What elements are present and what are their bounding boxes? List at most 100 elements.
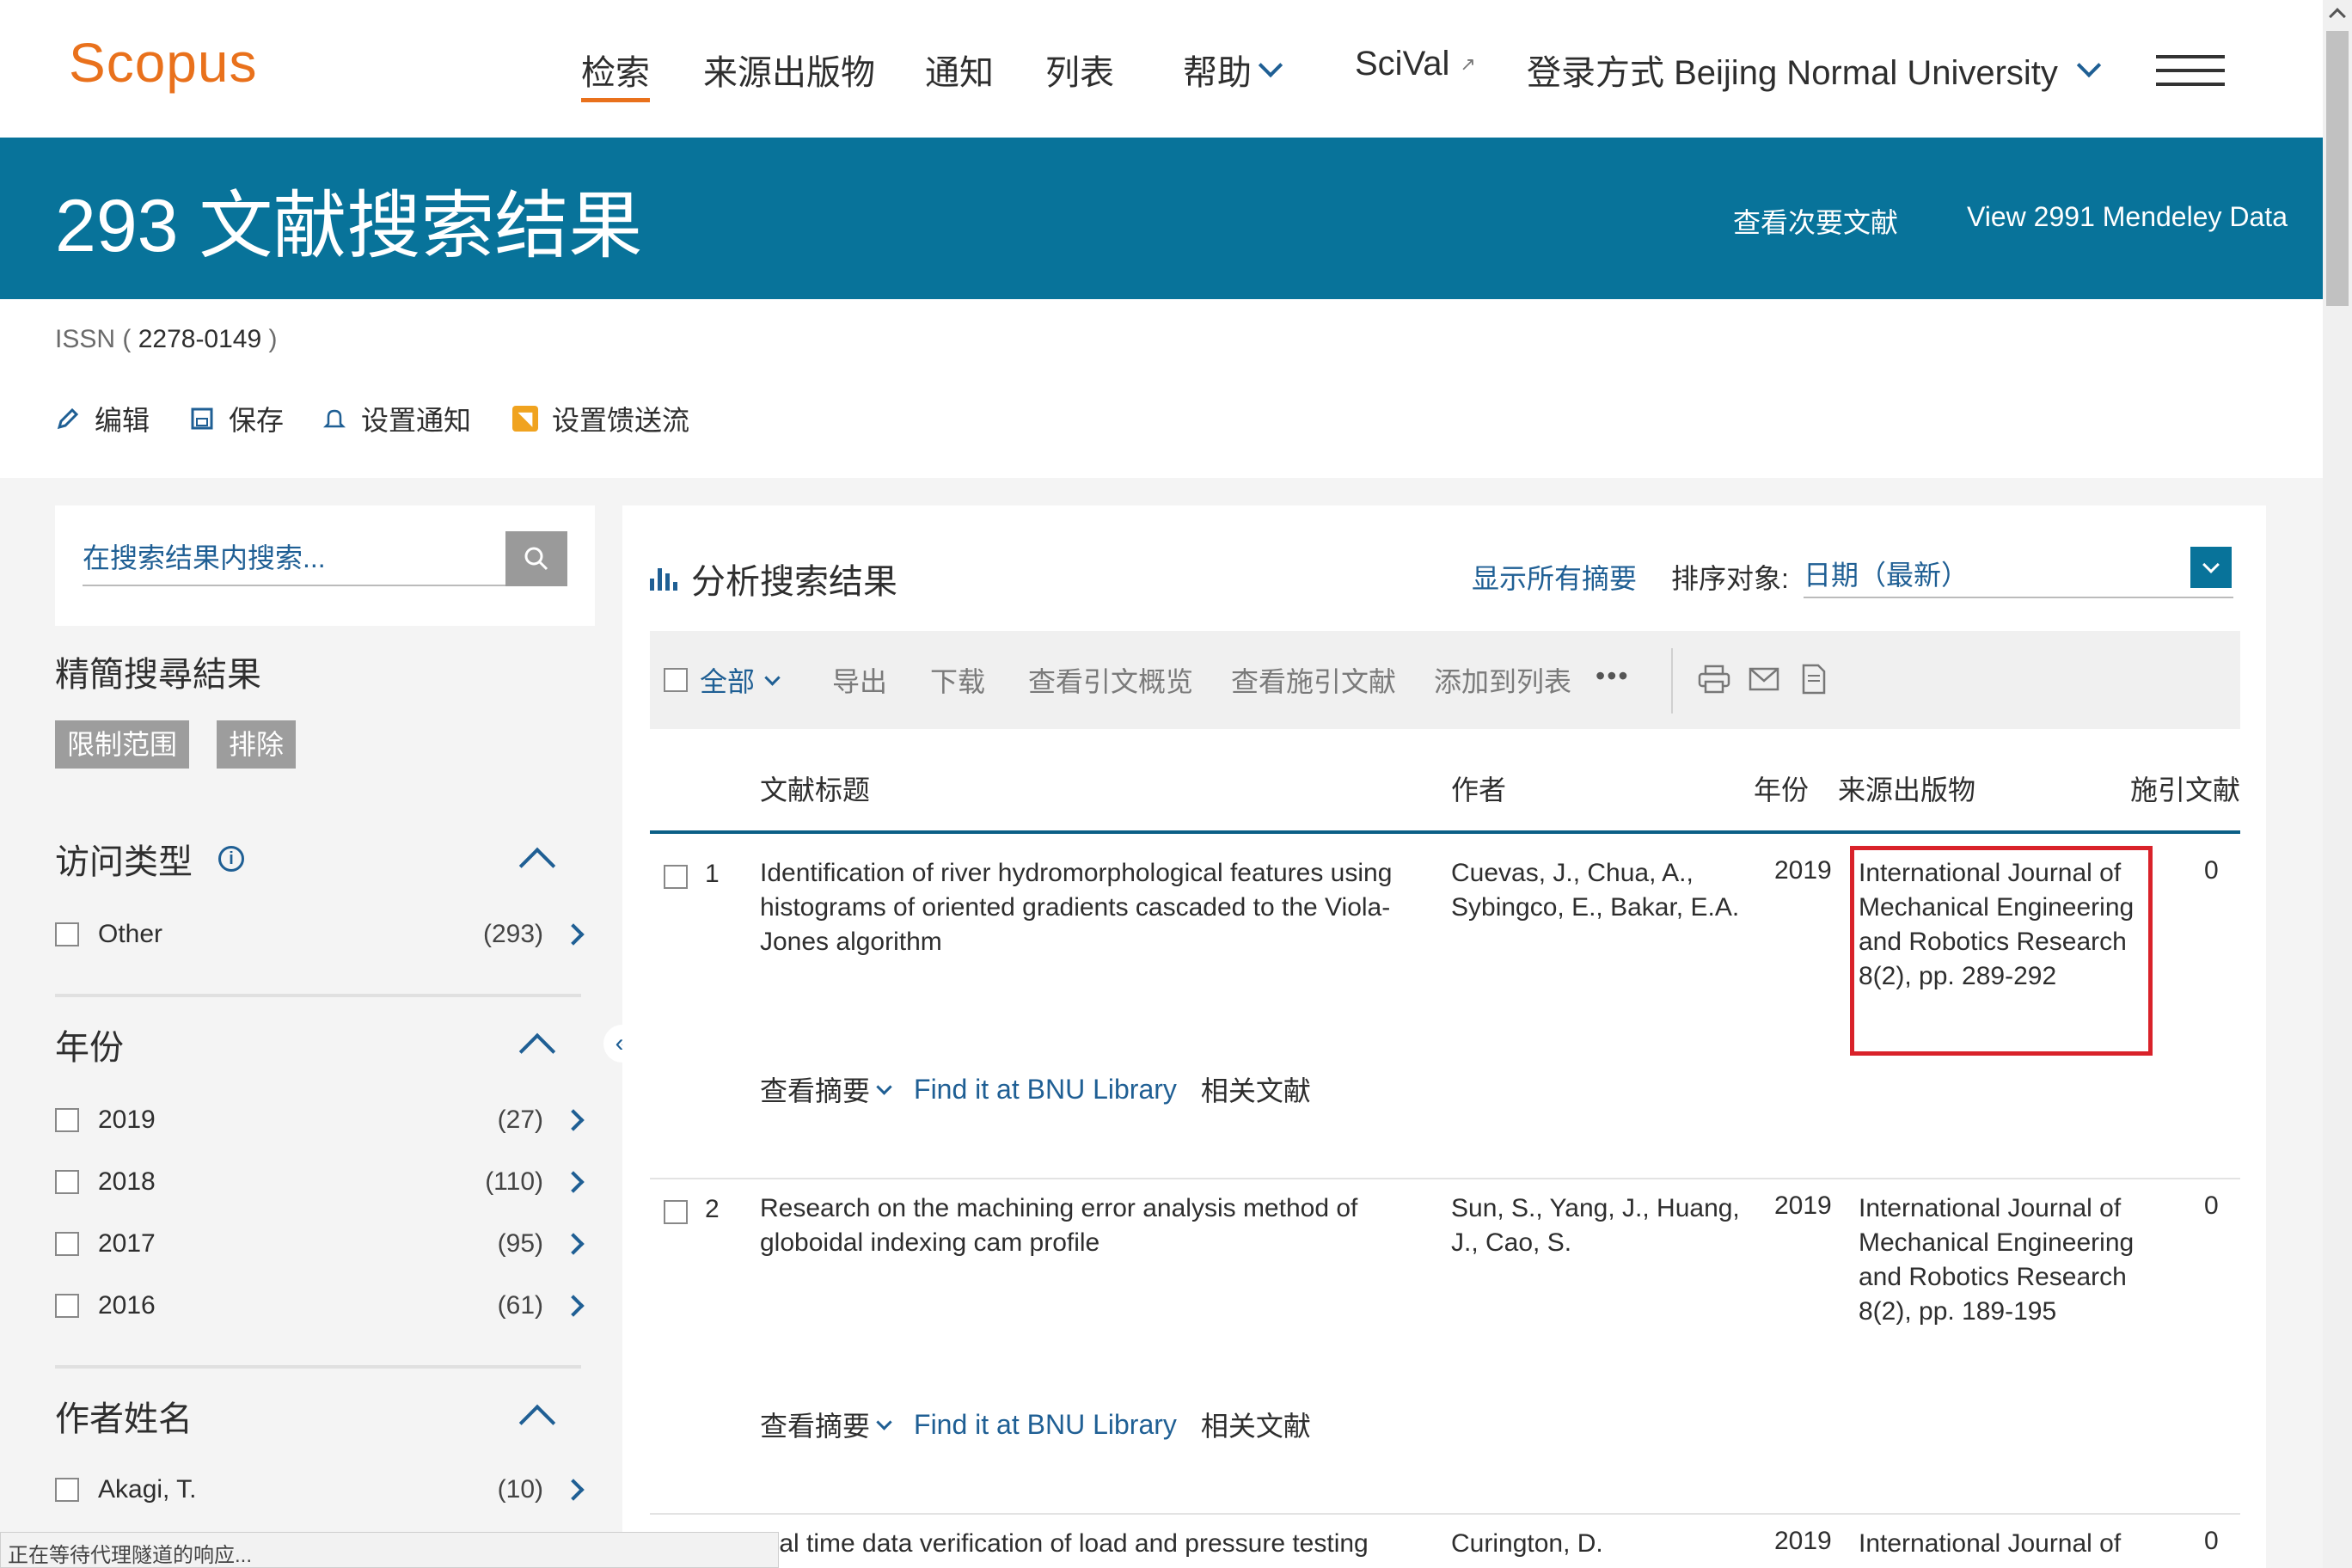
- document-title-link[interactable]: Research on the machining error analysis…: [760, 1191, 1430, 1260]
- facet-item[interactable]: 2016 (61): [55, 1284, 585, 1327]
- chevron-right-icon[interactable]: [562, 1171, 585, 1193]
- view-abstract-link[interactable]: 查看摘要: [760, 1069, 892, 1109]
- column-header-title[interactable]: 文献标题: [760, 769, 870, 808]
- pencil-icon: [55, 406, 81, 432]
- menu-icon[interactable]: [2156, 55, 2225, 89]
- chevron-up-icon[interactable]: [518, 1404, 556, 1442]
- column-header-source[interactable]: 来源出版物: [1838, 769, 1975, 808]
- toolbar-separator: [1671, 648, 1673, 714]
- nav-help[interactable]: 帮助: [1183, 45, 1283, 95]
- mendeley-data-link[interactable]: View 2991 Mendeley Data: [1967, 201, 2288, 233]
- checkbox[interactable]: [55, 1232, 79, 1256]
- add-to-list-button[interactable]: 添加到列表: [1434, 660, 1571, 700]
- authors[interactable]: Sun, S., Yang, J., Huang, J., Cao, S.: [1451, 1191, 1743, 1260]
- scroll-thumb[interactable]: [2326, 31, 2349, 306]
- set-feed-button[interactable]: ◥ 设置馈送流: [512, 399, 689, 438]
- view-abstract-link[interactable]: 查看摘要: [760, 1405, 892, 1444]
- search-icon: [524, 547, 548, 571]
- document-title-link[interactable]: Real time data verification of load and …: [746, 1527, 1417, 1561]
- facet-access-type-header[interactable]: 访问类型 i: [55, 834, 244, 884]
- scroll-up-icon[interactable]: [2329, 8, 2346, 25]
- facet-item[interactable]: Akagi, T. (10): [55, 1468, 585, 1511]
- checkbox[interactable]: [55, 1478, 79, 1502]
- checkbox[interactable]: [55, 1108, 79, 1132]
- set-alert-label: 设置通知: [361, 405, 472, 436]
- nav-search[interactable]: 检索: [581, 45, 650, 102]
- export-button[interactable]: 导出: [832, 660, 887, 700]
- pdf-icon[interactable]: [1797, 662, 1831, 696]
- facet-item-count: (110): [485, 1167, 543, 1196]
- issn-label: ISSN: [55, 325, 116, 353]
- column-header-cited[interactable]: 施引文献: [2130, 769, 2240, 808]
- analyze-results-link[interactable]: 分析搜索结果: [650, 554, 897, 603]
- show-all-abstracts-link[interactable]: 显示所有摘要: [1472, 557, 1637, 597]
- chevron-up-icon[interactable]: [518, 847, 556, 885]
- facet-year-header[interactable]: 年份: [55, 1020, 124, 1069]
- cited-count[interactable]: 0: [2204, 1191, 2219, 1221]
- facet-divider: [55, 1365, 581, 1369]
- facet-item[interactable]: Other (293): [55, 913, 585, 956]
- select-all-dropdown[interactable]: 全部: [664, 660, 781, 700]
- facet-item[interactable]: 2017 (95): [55, 1222, 585, 1265]
- source-title[interactable]: International Journal of Mechanical Engi…: [1859, 1191, 2142, 1295]
- nav-scival[interactable]: SciVal ↗: [1355, 45, 1476, 83]
- source: International Journal of Mechanical Engi…: [1859, 1191, 2142, 1329]
- chevron-right-icon[interactable]: [562, 1479, 585, 1501]
- chevron-up-icon[interactable]: [518, 1032, 556, 1070]
- nav-sources[interactable]: 来源出版物: [703, 45, 875, 95]
- more-options-button[interactable]: •••: [1596, 660, 1630, 692]
- document-title-link[interactable]: Identification of river hydromorphologic…: [760, 856, 1430, 959]
- library-link[interactable]: Find it at BNU Library: [914, 1409, 1177, 1441]
- chevron-right-icon[interactable]: [562, 923, 585, 946]
- checkbox[interactable]: [55, 922, 79, 946]
- print-icon[interactable]: [1697, 662, 1731, 696]
- column-header-year[interactable]: 年份: [1754, 769, 1809, 808]
- library-link[interactable]: Find it at BNU Library: [914, 1074, 1177, 1106]
- results-banner: 293 文献搜索结果 查看次要文献 View 2991 Mendeley Dat…: [0, 138, 2323, 299]
- sort-select[interactable]: 日期（最新）: [1804, 545, 2233, 598]
- sort-dropdown-button[interactable]: [2190, 547, 2232, 588]
- column-header-authors[interactable]: 作者: [1451, 769, 1506, 808]
- edit-button[interactable]: 编辑: [55, 399, 150, 438]
- facet-item-count: (61): [497, 1291, 543, 1320]
- checkbox[interactable]: [55, 1294, 79, 1318]
- limit-to-button[interactable]: 限制范围: [55, 720, 190, 769]
- scopus-logo[interactable]: Scopus: [69, 31, 257, 95]
- search-button[interactable]: [505, 531, 567, 586]
- nav-login[interactable]: 登录方式 Beijing Normal University: [1527, 45, 2102, 95]
- nav-alerts[interactable]: 通知: [925, 45, 994, 95]
- vertical-scrollbar[interactable]: [2323, 0, 2352, 1568]
- facet-item[interactable]: 2019 (27): [55, 1099, 585, 1142]
- cited-count[interactable]: 0: [2204, 856, 2219, 885]
- related-documents-link[interactable]: 相关文献: [1201, 1405, 1311, 1444]
- chevron-right-icon[interactable]: [562, 1233, 585, 1255]
- checkbox[interactable]: [664, 1200, 688, 1224]
- search-within-input[interactable]: [83, 531, 567, 586]
- facet-item[interactable]: 2018 (110): [55, 1161, 585, 1204]
- set-alert-button[interactable]: 设置通知: [322, 399, 471, 438]
- authors[interactable]: Curington, D.: [1451, 1527, 1743, 1561]
- citation-overview-button[interactable]: 查看引文概览: [1028, 660, 1193, 700]
- email-icon[interactable]: [1747, 662, 1781, 696]
- authors[interactable]: Cuevas, J., Chua, A., Sybingco, E., Baka…: [1451, 856, 1743, 925]
- save-button[interactable]: 保存: [189, 399, 284, 438]
- info-icon[interactable]: i: [218, 846, 244, 872]
- secondary-documents-link[interactable]: 查看次要文献: [1733, 201, 1898, 241]
- chevron-right-icon[interactable]: [562, 1109, 585, 1131]
- source-title[interactable]: International Journal of: [1859, 1527, 2142, 1561]
- related-documents-link[interactable]: 相关文献: [1201, 1069, 1311, 1109]
- nav-lists[interactable]: 列表: [1045, 45, 1114, 95]
- checkbox[interactable]: [664, 865, 688, 889]
- facet-author-header[interactable]: 作者姓名: [55, 1391, 193, 1441]
- checkbox[interactable]: [664, 668, 688, 692]
- exclude-button[interactable]: 排除: [217, 720, 297, 769]
- table-row: 3 Real time data verification of load an…: [650, 1515, 2240, 1568]
- download-button[interactable]: 下载: [930, 660, 985, 700]
- source: International Journal of: [1859, 1527, 2142, 1561]
- cited-count[interactable]: 0: [2204, 1527, 2219, 1556]
- chevron-right-icon[interactable]: [562, 1295, 585, 1317]
- set-feed-label: 设置馈送流: [552, 405, 690, 436]
- checkbox[interactable]: [55, 1170, 79, 1194]
- cited-by-button[interactable]: 查看施引文献: [1231, 660, 1396, 700]
- nav-login-label: 登录方式 Beijing Normal University: [1527, 54, 2058, 92]
